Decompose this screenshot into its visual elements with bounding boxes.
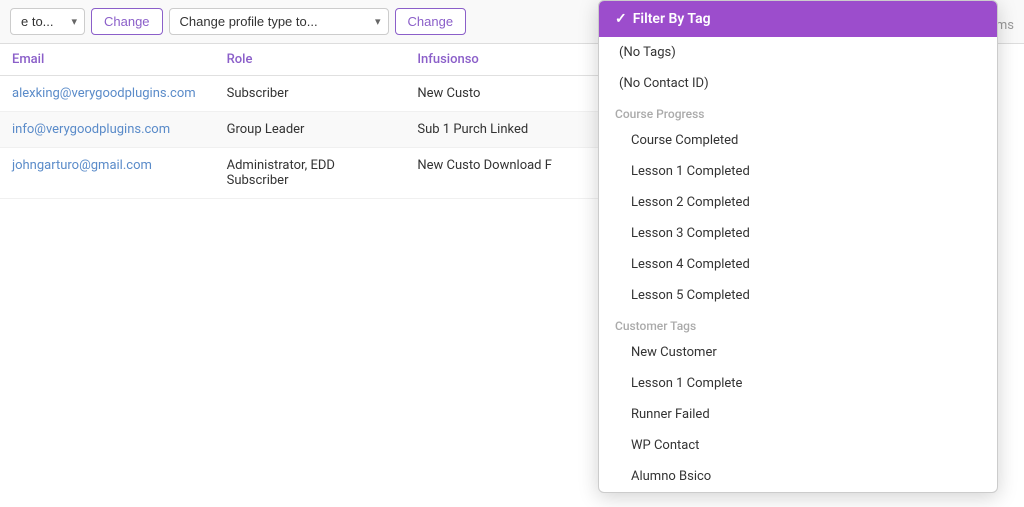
email-link-1[interactable]: alexking@verygoodplugins.com <box>12 86 196 101</box>
dropdown-item-lesson4-completed[interactable]: Lesson 4 Completed <box>599 249 997 280</box>
status-select[interactable]: e to... <box>10 8 85 35</box>
table-row: alexking@verygoodplugins.com Subscriber … <box>0 76 620 112</box>
email-link-2[interactable]: info@verygoodplugins.com <box>12 122 170 137</box>
user-role-2: Group Leader <box>215 112 406 148</box>
table-header-row: Email Role Infusionso <box>0 44 620 76</box>
col-header-infusion: Infusionso <box>405 44 620 76</box>
dropdown-item-alumno-bsico[interactable]: Alumno Bsico <box>599 461 997 492</box>
checkmark-icon: ✓ <box>615 11 627 27</box>
dropdown-item-lesson1-complete[interactable]: Lesson 1 Complete <box>599 368 997 399</box>
profile-type-select-wrapper: Change profile type to... ▾ <box>169 8 389 35</box>
right-hint: ms <box>996 18 1014 33</box>
dropdown-item-lesson5-completed[interactable]: Lesson 5 Completed <box>599 280 997 311</box>
dropdown-header-label: Filter By Tag <box>633 11 711 27</box>
dropdown-header: ✓ Filter By Tag <box>599 1 997 37</box>
user-infusion-1: New Custo <box>405 76 620 112</box>
dropdown-item-lesson1-completed[interactable]: Lesson 1 Completed <box>599 156 997 187</box>
table-row: johngarturo@gmail.com Administrator, EDD… <box>0 148 620 199</box>
dropdown-item-new-customer[interactable]: New Customer <box>599 337 997 368</box>
status-select-wrapper: e to... ▾ <box>10 8 85 35</box>
dropdown-item-no-contact-id[interactable]: (No Contact ID) <box>599 68 997 99</box>
user-infusion-3: New Custo Download F <box>405 148 620 199</box>
filter-by-tag-dropdown: ✓ Filter By Tag (No Tags) (No Contact ID… <box>598 0 998 493</box>
change-button-1[interactable]: Change <box>91 8 163 35</box>
users-table: Email Role Infusionso alexking@verygoodp… <box>0 44 620 199</box>
dropdown-item-lesson3-completed[interactable]: Lesson 3 Completed <box>599 218 997 249</box>
user-role-1: Subscriber <box>215 76 406 112</box>
user-infusion-2: Sub 1 Purch Linked <box>405 112 620 148</box>
table-row: info@verygoodplugins.com Group Leader Su… <box>0 112 620 148</box>
user-email-3: johngarturo@gmail.com <box>0 148 215 199</box>
dropdown-section-customer-tags: Customer Tags <box>599 311 997 337</box>
dropdown-item-course-completed[interactable]: Course Completed <box>599 125 997 156</box>
col-header-email: Email <box>0 44 215 76</box>
dropdown-item-no-tags[interactable]: (No Tags) <box>599 37 997 68</box>
user-role-3: Administrator, EDD Subscriber <box>215 148 406 199</box>
email-link-3[interactable]: johngarturo@gmail.com <box>12 158 152 173</box>
profile-type-select[interactable]: Change profile type to... <box>169 8 389 35</box>
dropdown-section-course-progress: Course Progress <box>599 99 997 125</box>
dropdown-item-lesson2-completed[interactable]: Lesson 2 Completed <box>599 187 997 218</box>
col-header-role: Role <box>215 44 406 76</box>
dropdown-item-wp-contact[interactable]: WP Contact <box>599 430 997 461</box>
dropdown-item-runner-failed[interactable]: Runner Failed <box>599 399 997 430</box>
toolbar-left: e to... ▾ Change Change profile type to.… <box>10 8 466 35</box>
change-button-2[interactable]: Change <box>395 8 467 35</box>
user-email-2: info@verygoodplugins.com <box>0 112 215 148</box>
user-email-1: alexking@verygoodplugins.com <box>0 76 215 112</box>
